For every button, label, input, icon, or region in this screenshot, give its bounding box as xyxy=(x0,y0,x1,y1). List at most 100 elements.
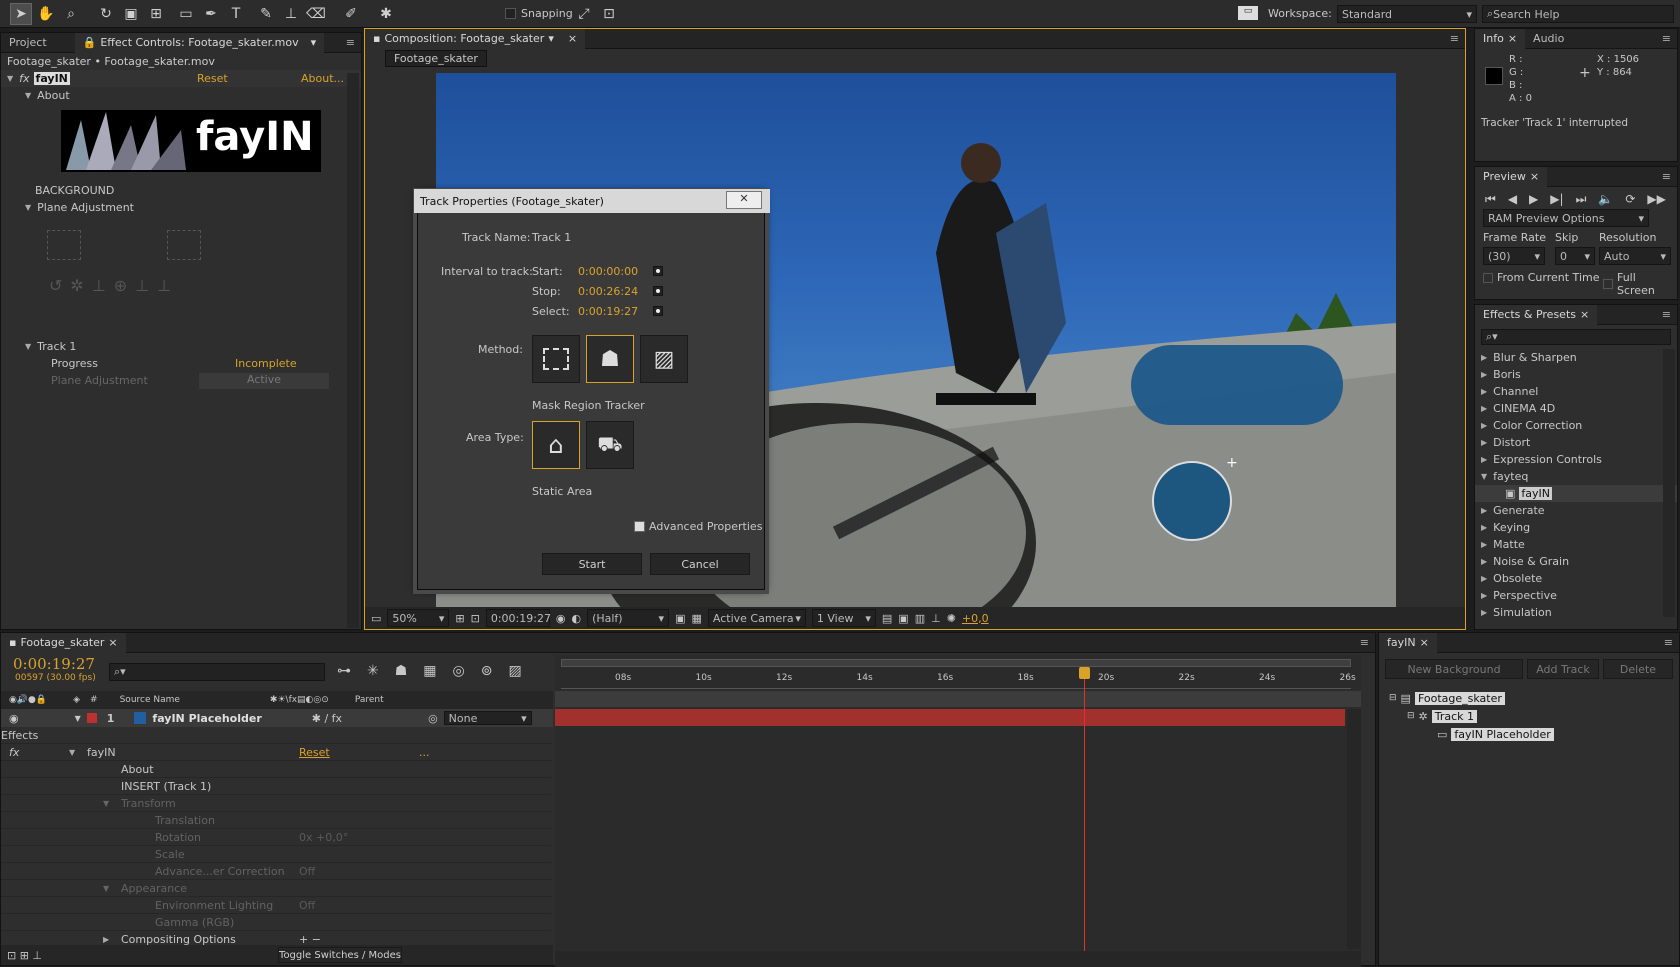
effect-category[interactable]: ▶ Generate xyxy=(1475,502,1677,519)
roi-icon[interactable]: ▣ xyxy=(675,612,685,625)
brainstorm-icon[interactable]: ▨ xyxy=(508,663,521,679)
expanded-icon[interactable]: ▼ xyxy=(103,799,109,808)
add-remove-icon[interactable]: + − xyxy=(299,933,321,946)
moving-area-button[interactable]: ⛟ xyxy=(586,421,634,469)
method-rectangle-button[interactable] xyxy=(532,335,580,383)
tab-effect-controls[interactable]: 🔒 Effect Controls: Footage_skater.mov ▾ xyxy=(74,32,325,53)
collapsed-icon[interactable]: ▶ xyxy=(103,935,109,944)
skip-dropdown[interactable]: 0 ▾ xyxy=(1555,247,1595,265)
effect-item-fayin[interactable]: ▣ fayIN xyxy=(1475,485,1677,502)
layer-row[interactable]: ◉ ▼ 1 fayIN Placeholder ✱ ∕ fx ◎ None ▾ xyxy=(1,709,553,727)
panel-menu-icon[interactable]: ≡ xyxy=(1662,170,1671,183)
tree-item-footage-skater[interactable]: Footage_skater xyxy=(1414,691,1505,705)
tab-fayin[interactable]: fayIN × xyxy=(1379,632,1437,653)
region-icon[interactable]: ⊞ xyxy=(455,612,464,625)
effect-category[interactable]: ▼ fayteq xyxy=(1475,468,1677,485)
more-link[interactable]: ... xyxy=(419,746,430,759)
panel-menu-icon[interactable]: ≡ xyxy=(1662,308,1671,321)
eraser-tool-icon[interactable]: ⌫ xyxy=(305,3,327,25)
layer-expand-icon[interactable]: ▼ xyxy=(75,714,81,723)
workspace-dropdown[interactable]: Standard ▾ xyxy=(1337,5,1477,23)
roto-brush-tool-icon[interactable]: ✐ xyxy=(340,3,362,25)
property-value[interactable]: 0x +0,0° xyxy=(299,831,348,844)
collapse-icon[interactable]: ▼ xyxy=(7,74,13,83)
property-row[interactable]: fx ▼ fayIN Reset... xyxy=(1,744,551,761)
track-name-value[interactable]: Track 1 xyxy=(532,231,571,244)
mask-region-shape[interactable] xyxy=(1131,345,1343,425)
puppet-tool-icon[interactable]: ✱ xyxy=(375,3,397,25)
audio-icon[interactable]: 🔈 xyxy=(1598,192,1613,207)
new-background-button[interactable]: New Background xyxy=(1385,659,1523,679)
tab-timeline[interactable]: ▪ Footage_skater × xyxy=(1,632,126,653)
transform-icons[interactable]: ↺✲⊥⊕⊥⊥ xyxy=(49,276,179,295)
effect-category[interactable]: ▶ Blur & Sharpen xyxy=(1475,349,1677,366)
layer-search-input[interactable]: ⌕▾ xyxy=(109,663,325,681)
tab-project[interactable]: Project xyxy=(1,33,55,53)
time-ruler[interactable]: 08s 10s 12s 14s 16s 18s 20s 22s 24s 26s xyxy=(561,669,1356,689)
property-row[interactable]: Scale xyxy=(1,846,551,863)
current-time-display[interactable]: 0:00:19:27 xyxy=(485,609,551,627)
selection-tool-icon[interactable]: ➤ xyxy=(10,3,32,25)
from-current-time-checkbox[interactable]: From Current Time xyxy=(1483,271,1599,284)
brush-tool-icon[interactable]: ✎ xyxy=(255,3,277,25)
tree-item-fayin-placeholder[interactable]: fayIN Placeholder xyxy=(1451,727,1554,741)
start-button[interactable]: Start xyxy=(542,553,642,575)
plane-adjustment-toggle-icon[interactable]: ▼ xyxy=(25,203,31,212)
effect-category[interactable]: ▶ Boris xyxy=(1475,366,1677,383)
property-row[interactable]: About xyxy=(1,761,551,778)
resolution-dropdown[interactable]: (Half) ▾ xyxy=(587,609,670,627)
static-area-button[interactable]: ⌂ xyxy=(532,421,580,469)
reset-link[interactable]: Reset xyxy=(299,746,330,759)
frame-blending-icon[interactable]: ▦ xyxy=(423,663,436,679)
play-icon[interactable]: ▶ xyxy=(1529,192,1538,207)
tree-collapse-icon[interactable]: ⊟ xyxy=(1389,693,1397,703)
camera-tool-icon[interactable]: ▣ xyxy=(120,3,142,25)
dialog-close-button[interactable]: ✕ xyxy=(726,191,762,209)
last-frame-icon[interactable]: ⏭ xyxy=(1576,192,1587,207)
panel-menu-icon[interactable]: ≡ xyxy=(1450,32,1459,45)
view-layout-dropdown[interactable]: 1 View ▾ xyxy=(811,609,876,627)
about-link[interactable]: About... xyxy=(301,72,344,85)
grid-toggle-icon[interactable]: ▦ xyxy=(691,612,701,625)
timeline-icon[interactable]: ▥ xyxy=(915,612,925,625)
property-row[interactable]: ▼ Transform xyxy=(1,795,551,812)
flowchart-icon[interactable]: ⊥ xyxy=(931,612,941,625)
effect-category[interactable]: ▶ Simulation xyxy=(1475,604,1677,621)
hide-shy-icon[interactable]: ☗ xyxy=(395,663,408,679)
draft-3d-icon[interactable]: ✳ xyxy=(367,663,379,679)
transparency-icon[interactable]: ⊡ xyxy=(471,612,480,625)
select-time[interactable]: 0:00:19:27 xyxy=(578,305,638,318)
snap-grid-icon[interactable]: ⊡ xyxy=(598,3,620,25)
fast-preview-icon[interactable]: ▣ xyxy=(898,612,908,625)
property-row[interactable]: INSERT (Track 1) xyxy=(1,778,551,795)
zoom-dropdown[interactable]: 50% ▾ xyxy=(387,609,450,627)
effect-category[interactable]: ▶ Matte xyxy=(1475,536,1677,553)
perspective-grid-icon[interactable] xyxy=(167,230,201,260)
property-row[interactable]: Gamma (RGB) xyxy=(1,914,551,931)
exposure-icon[interactable]: ✺ xyxy=(947,612,956,625)
snapshot-icon[interactable]: ◉ xyxy=(556,612,566,625)
track-point-circle[interactable] xyxy=(1152,461,1232,541)
grid-icon[interactable] xyxy=(47,230,81,260)
channel-icon[interactable]: ◐ xyxy=(571,612,581,625)
effects-search-input[interactable]: ⌕▾ xyxy=(1481,329,1671,345)
pickwhip-icon[interactable]: ◎ xyxy=(428,712,438,725)
panel-menu-icon[interactable]: ≡ xyxy=(1664,636,1673,649)
text-tool-icon[interactable]: T xyxy=(225,3,247,25)
tab-effects-presets[interactable]: Effects & Presets × xyxy=(1475,304,1598,325)
current-time-indicator[interactable] xyxy=(1084,667,1085,967)
timeline-scrollbar[interactable] xyxy=(1347,709,1361,949)
effect-category[interactable]: ▶ Channel xyxy=(1475,383,1677,400)
property-value[interactable]: Off xyxy=(299,865,315,878)
tab-info[interactable]: Info × xyxy=(1475,28,1526,49)
property-row[interactable]: ▼Effects xyxy=(1,727,551,744)
effect-category[interactable]: ▶ Keying xyxy=(1475,519,1677,536)
comp-subtab[interactable]: Footage_skater xyxy=(385,49,487,67)
full-screen-checkbox[interactable]: Full Screen xyxy=(1603,271,1677,297)
expanded-icon[interactable]: ▼ xyxy=(69,748,75,757)
toggle-switches-modes-button[interactable]: Toggle Switches / Modes xyxy=(278,947,403,963)
camera-dropdown[interactable]: Active Camera ▾ xyxy=(707,609,806,627)
add-track-button[interactable]: Add Track xyxy=(1527,659,1599,679)
effect-category[interactable]: ▶ Color Correction xyxy=(1475,417,1677,434)
layer-duration-bar[interactable] xyxy=(555,709,1345,726)
